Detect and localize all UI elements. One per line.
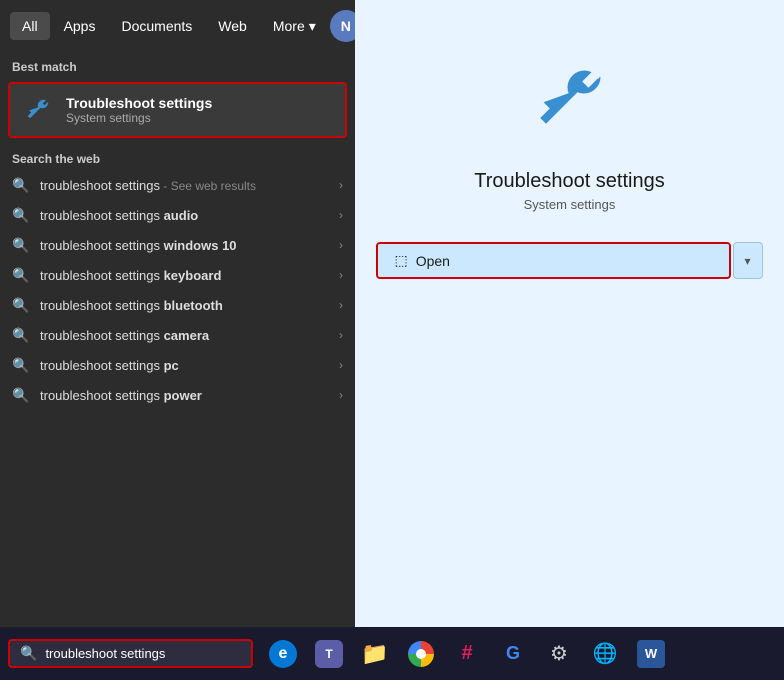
start-menu: All Apps Documents Web More ▾ N 👤 ··· ✕ … (0, 0, 784, 627)
search-item-text: troubleshoot settings - See web results (40, 178, 329, 193)
taskbar-folder-icon[interactable]: 📁 (355, 634, 395, 674)
tab-all[interactable]: All (10, 12, 50, 40)
word-logo: W (637, 640, 665, 668)
taskbar-misc2-icon[interactable]: 🌐 (585, 634, 625, 674)
chevron-right-icon: › (339, 298, 343, 312)
chevron-right-icon: › (339, 238, 343, 252)
app-subtitle: System settings (524, 197, 616, 212)
right-panel: Troubleshoot settings System settings ⬚ … (355, 0, 784, 627)
chrome-logo (408, 641, 434, 667)
taskbar-misc1-icon[interactable]: ⚙ (539, 634, 579, 674)
best-match-title: Troubleshoot settings (66, 95, 212, 111)
taskbar-slack-icon[interactable]: # (447, 634, 487, 674)
list-item[interactable]: 🔍 troubleshoot settings keyboard › (0, 260, 355, 290)
taskbar-search-bar[interactable]: 🔍 troubleshoot settings (8, 639, 253, 668)
taskbar-google-icon[interactable]: G (493, 634, 533, 674)
search-item-text: troubleshoot settings keyboard (40, 268, 329, 283)
taskbar-icons: e T 📁 # G ⚙ 🌐 W (263, 634, 671, 674)
left-panel: All Apps Documents Web More ▾ N 👤 ··· ✕ … (0, 0, 355, 627)
search-result-icon: 🔍 (12, 356, 30, 374)
list-item[interactable]: 🔍 troubleshoot settings - See web result… (0, 170, 355, 200)
search-web-label: Search the web (0, 142, 355, 170)
best-match-subtitle: System settings (66, 111, 212, 125)
tabs-bar: All Apps Documents Web More ▾ N 👤 ··· ✕ (0, 0, 355, 52)
search-item-text: troubleshoot settings bluetooth (40, 298, 329, 313)
chevron-right-icon: › (339, 208, 343, 222)
tab-more[interactable]: More ▾ (261, 12, 328, 41)
search-item-text: troubleshoot settings audio (40, 208, 329, 223)
search-item-text: troubleshoot settings windows 10 (40, 238, 329, 253)
search-item-text: troubleshoot settings power (40, 388, 329, 403)
chevron-right-icon: › (339, 328, 343, 342)
open-icon: ⬚ (394, 252, 407, 269)
open-label: Open (416, 253, 450, 269)
chevron-down-icon: ▾ (309, 18, 316, 35)
taskbar-word-icon[interactable]: W (631, 634, 671, 674)
list-item[interactable]: 🔍 troubleshoot settings power › (0, 380, 355, 410)
search-result-icon: 🔍 (12, 266, 30, 284)
tab-apps[interactable]: Apps (52, 12, 108, 40)
slack-logo: # (461, 642, 472, 665)
misc2-logo: 🌐 (593, 641, 618, 666)
taskbar-edge-icon[interactable]: e (263, 634, 303, 674)
best-match-label: Best match (0, 52, 355, 78)
search-result-icon: 🔍 (12, 206, 30, 224)
chevron-right-icon: › (339, 178, 343, 192)
list-item[interactable]: 🔍 troubleshoot settings audio › (0, 200, 355, 230)
app-title: Troubleshoot settings (474, 170, 664, 193)
tab-documents[interactable]: Documents (109, 12, 204, 40)
search-result-icon: 🔍 (12, 176, 30, 194)
taskbar: 🔍 troubleshoot settings e T 📁 # G ⚙ (0, 627, 784, 680)
chevron-down-icon: ▾ (745, 254, 751, 268)
chevron-right-icon: › (339, 268, 343, 282)
tab-web[interactable]: Web (206, 12, 259, 40)
teams-logo: T (315, 640, 343, 668)
folder-logo: 📁 (361, 641, 388, 667)
taskbar-chrome-icon[interactable] (401, 634, 441, 674)
chevron-right-icon: › (339, 358, 343, 372)
search-input-value: troubleshoot settings (45, 646, 165, 661)
list-item[interactable]: 🔍 troubleshoot settings pc › (0, 350, 355, 380)
wrench-icon (22, 94, 54, 126)
google-logo: G (506, 643, 520, 664)
search-result-icon: 🔍 (12, 296, 30, 314)
open-btn-container: ⬚ Open ▾ (376, 242, 762, 279)
list-item[interactable]: 🔍 troubleshoot settings windows 10 › (0, 230, 355, 260)
list-item[interactable]: 🔍 troubleshoot settings bluetooth › (0, 290, 355, 320)
open-dropdown-button[interactable]: ▾ (733, 242, 763, 279)
misc1-logo: ⚙ (550, 641, 568, 666)
open-button[interactable]: ⬚ Open (376, 242, 730, 279)
best-match-item[interactable]: Troubleshoot settings System settings (8, 82, 347, 138)
search-result-icon: 🔍 (12, 326, 30, 344)
search-item-text: troubleshoot settings pc (40, 358, 329, 373)
list-item[interactable]: 🔍 troubleshoot settings camera › (0, 320, 355, 350)
search-icon: 🔍 (20, 645, 37, 662)
chevron-right-icon: › (339, 388, 343, 402)
taskbar-teams-icon[interactable]: T (309, 634, 349, 674)
app-icon-large (520, 50, 620, 150)
search-result-icon: 🔍 (12, 236, 30, 254)
search-result-icon: 🔍 (12, 386, 30, 404)
search-item-text: troubleshoot settings camera (40, 328, 329, 343)
edge-logo: e (269, 640, 297, 668)
best-match-text: Troubleshoot settings System settings (66, 95, 212, 125)
